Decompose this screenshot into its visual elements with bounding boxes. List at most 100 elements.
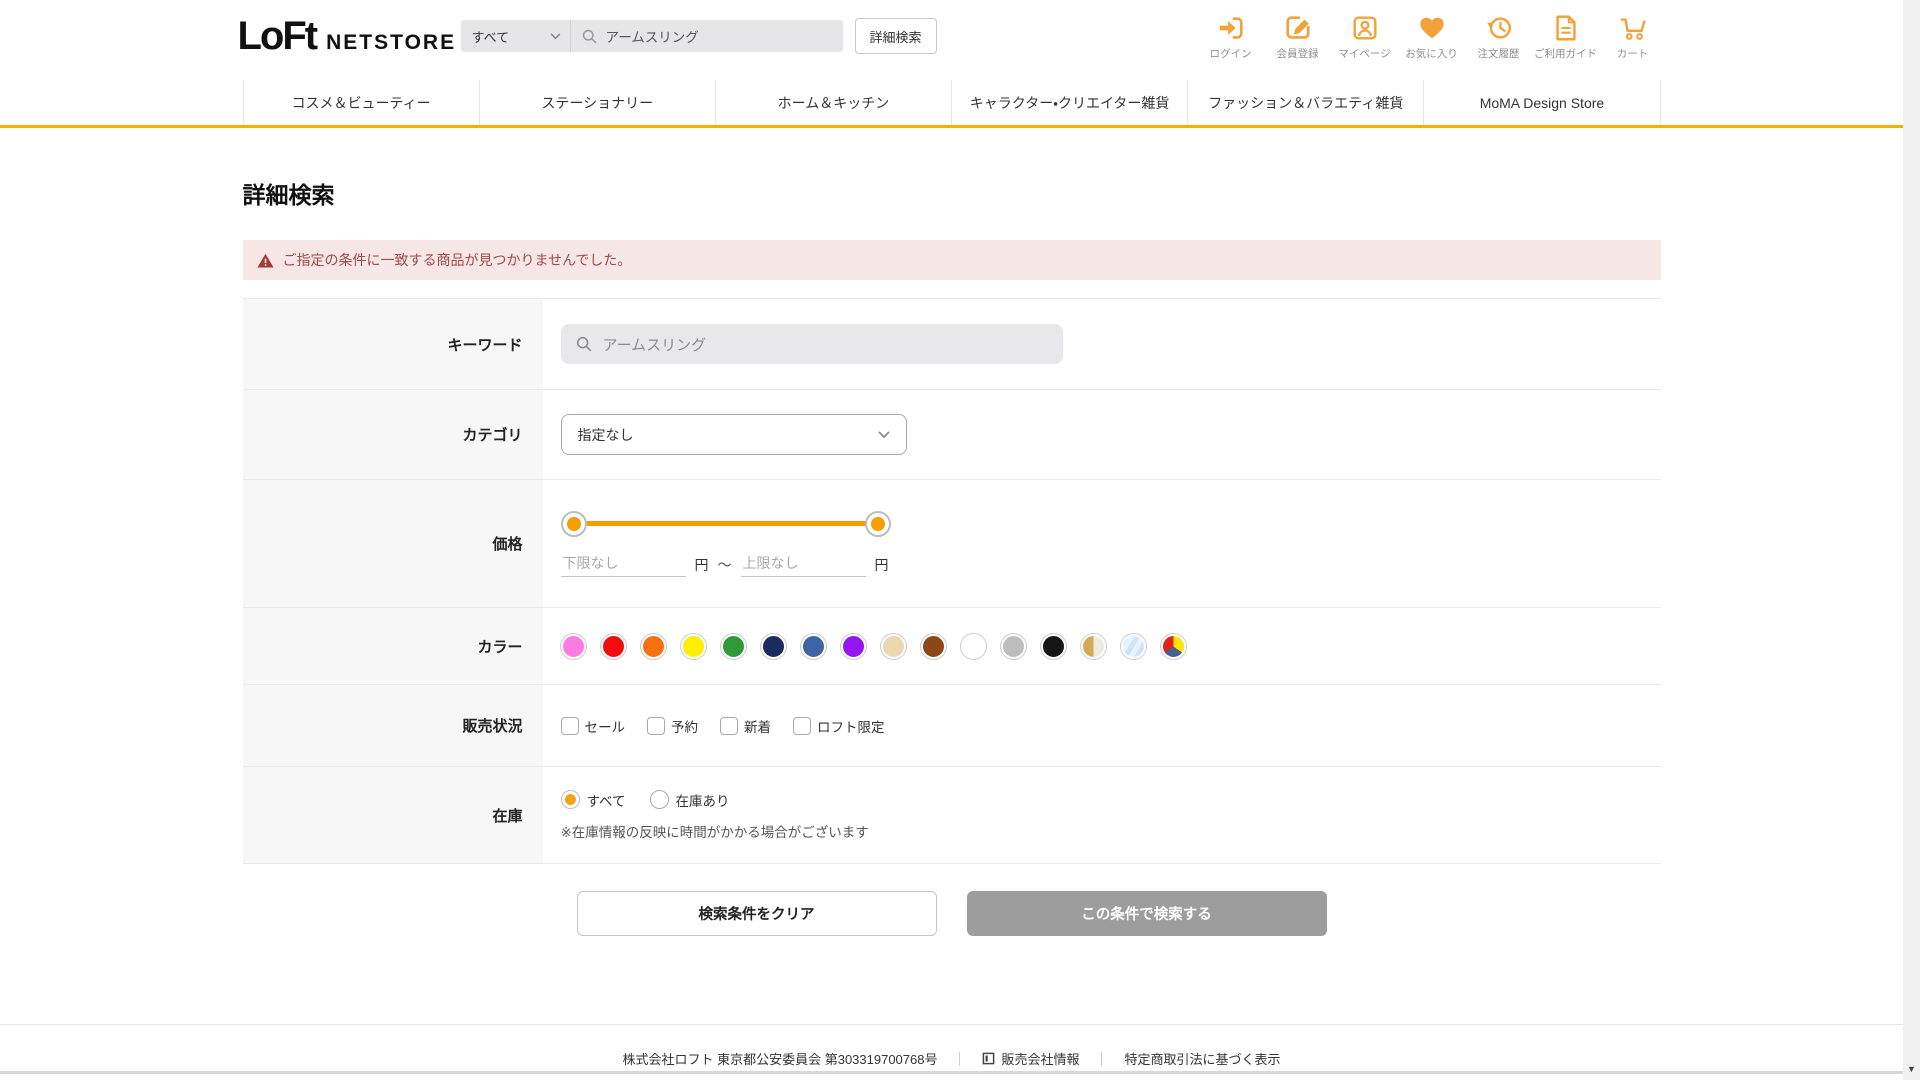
quicklink-favorites[interactable]: お気に入り [1404, 13, 1460, 61]
login-icon [1219, 17, 1243, 39]
advanced-search-form: キーワード アームスリング カテゴリ 指定なし 価格 下限なし 円 ～ 上限なし… [242, 298, 1661, 864]
checkbox-box [560, 716, 579, 735]
scroll-down-arrow-icon[interactable]: ▼ [1903, 1064, 1920, 1074]
checkbox-sale[interactable]: セール [560, 716, 625, 736]
nav-item-character-goods[interactable]: キャラクター・クリエイター雑貨 [951, 80, 1187, 125]
footer-link-commercial-law[interactable]: 特定商取引法に基づく表示 [1124, 1049, 1280, 1068]
color-swatch-navy[interactable] [760, 633, 786, 659]
color-swatch-green[interactable] [720, 633, 746, 659]
quicklink-label: カート [1616, 48, 1649, 60]
nav-item-stationery[interactable]: ステーショナリー [478, 80, 715, 125]
color-swatches [560, 633, 1186, 659]
color-swatch-black[interactable] [1040, 633, 1066, 659]
color-swatch-brown[interactable] [920, 633, 946, 659]
search-category-select[interactable]: すべて [461, 20, 571, 52]
checkbox-loft-exclusive[interactable]: ロフト限定 [793, 716, 885, 736]
quicklink-label: ご利用ガイド [1534, 48, 1597, 60]
radio-stock-all[interactable]: すべて [560, 790, 626, 810]
warning-icon [256, 253, 274, 267]
checkbox-box [720, 716, 738, 735]
favorites-icon [1419, 17, 1444, 39]
color-label: カラー [242, 608, 543, 684]
form-row-stock: 在庫 すべて 在庫あり ※在庫情報の反映に時間がかかる場合がございます [242, 767, 1661, 864]
price-min-input[interactable] [560, 552, 686, 577]
clear-conditions-button[interactable]: 検索条件をクリア [576, 891, 937, 936]
page-title: 詳細検索 [242, 182, 335, 208]
checkbox-box [793, 716, 811, 735]
price-max-unit: 円 [874, 556, 889, 573]
quicklink-guide[interactable]: ご利用ガイド [1534, 13, 1597, 61]
color-swatch-white[interactable] [960, 633, 986, 659]
checkbox-label: 新着 [744, 719, 771, 735]
radio-circle [560, 790, 580, 809]
quicklink-cart[interactable]: カート [1605, 13, 1661, 61]
color-swatch-clear[interactable] [1120, 633, 1146, 659]
register-icon [1285, 16, 1310, 39]
stock-label: 在庫 [242, 767, 543, 863]
quicklink-label: 会員登録 [1276, 48, 1319, 60]
quicklink-label: マイページ [1338, 48, 1391, 60]
price-range-separator: ～ [717, 556, 732, 573]
footer-separator [959, 1051, 961, 1066]
form-row-price: 価格 円 ～ 円 [242, 480, 1661, 608]
price-slider-track [573, 520, 878, 526]
nav-item-cosmetics[interactable]: コスメ＆ビューティー [242, 80, 479, 125]
color-swatch-purple[interactable] [840, 633, 866, 659]
price-max-input[interactable] [740, 552, 866, 577]
vertical-scrollbar[interactable]: ▼ [1903, 0, 1920, 1080]
nav-item-fashion-variety[interactable]: ファッション＆バラエティ雑貨 [1187, 80, 1423, 125]
search-with-conditions-button[interactable]: この条件で検索する [966, 891, 1327, 936]
quicklink-label: 注文履歴 [1477, 48, 1520, 60]
mypage-icon [1352, 16, 1377, 40]
header-search-value: アームスリング [605, 30, 699, 45]
loft-logo[interactable]: LoFt NETSTORE [238, 14, 457, 59]
nav-item-moma[interactable]: MoMA Design Store [1423, 80, 1661, 125]
keyword-value: アームスリング [602, 336, 707, 354]
window-bottom-edge [0, 1071, 1903, 1074]
color-swatch-beige[interactable] [880, 633, 906, 659]
sales-status-label: 販売状況 [242, 685, 543, 766]
checkbox-box [647, 716, 665, 735]
search-icon [576, 336, 591, 352]
category-select[interactable]: 指定なし [560, 414, 907, 455]
color-swatch-red[interactable] [600, 633, 626, 659]
company-registration-text: 株式会社ロフト 東京都公安委員会 第303319700768号 [622, 1052, 938, 1067]
price-slider-min-handle[interactable] [560, 510, 587, 537]
keyword-input[interactable]: アームスリング [560, 324, 1063, 364]
no-results-message: ご指定の条件に一致する商品が見つかりませんでした。 [282, 252, 632, 268]
quicklink-register[interactable]: 会員登録 [1270, 13, 1326, 61]
category-label: カテゴリ [242, 390, 543, 479]
color-swatch-blue[interactable] [800, 633, 826, 659]
color-swatch-yellow[interactable] [680, 633, 706, 659]
footer-link-seller-info[interactable]: 販売会社情報 [982, 1049, 1079, 1068]
checkbox-new[interactable]: 新着 [720, 716, 771, 736]
color-swatch-gray[interactable] [1000, 633, 1026, 659]
keyword-label: キーワード [242, 299, 543, 389]
checkbox-preorder[interactable]: 予約 [647, 716, 698, 736]
color-swatch-multicolor[interactable] [1160, 633, 1186, 659]
cart-icon [1620, 18, 1645, 40]
color-swatch-gold-silver[interactable] [1080, 633, 1106, 659]
price-min-unit: 円 [694, 556, 709, 573]
company-icon [983, 1052, 995, 1065]
nav-item-home-kitchen[interactable]: ホーム＆キッチン [714, 80, 951, 125]
order-history-icon [1486, 17, 1511, 39]
radio-in-stock[interactable]: 在庫あり [649, 790, 730, 810]
quicklink-mypage[interactable]: マイページ [1337, 13, 1393, 61]
color-swatch-orange[interactable] [640, 633, 666, 659]
logo-netstore-text: NETSTORE [326, 31, 457, 54]
category-selected-value: 指定なし [577, 426, 634, 443]
price-slider-max-handle[interactable] [864, 510, 891, 537]
advanced-search-button[interactable]: 詳細検索 [854, 18, 937, 54]
form-actions: 検索条件をクリア この条件で検索する [243, 891, 1661, 936]
quicklink-order-history[interactable]: 注文履歴 [1471, 13, 1527, 61]
quicklink-label: お気に入り [1405, 48, 1458, 60]
search-icon [582, 29, 596, 43]
quicklink-login[interactable]: ログイン [1203, 13, 1259, 61]
price-range-slider[interactable] [560, 510, 891, 537]
chevron-down-icon [878, 431, 889, 438]
color-swatch-pink[interactable] [560, 633, 586, 659]
header-search-input[interactable]: アームスリング [571, 20, 843, 52]
form-row-keyword: キーワード アームスリング [242, 299, 1661, 390]
form-row-category: カテゴリ 指定なし [242, 390, 1661, 480]
